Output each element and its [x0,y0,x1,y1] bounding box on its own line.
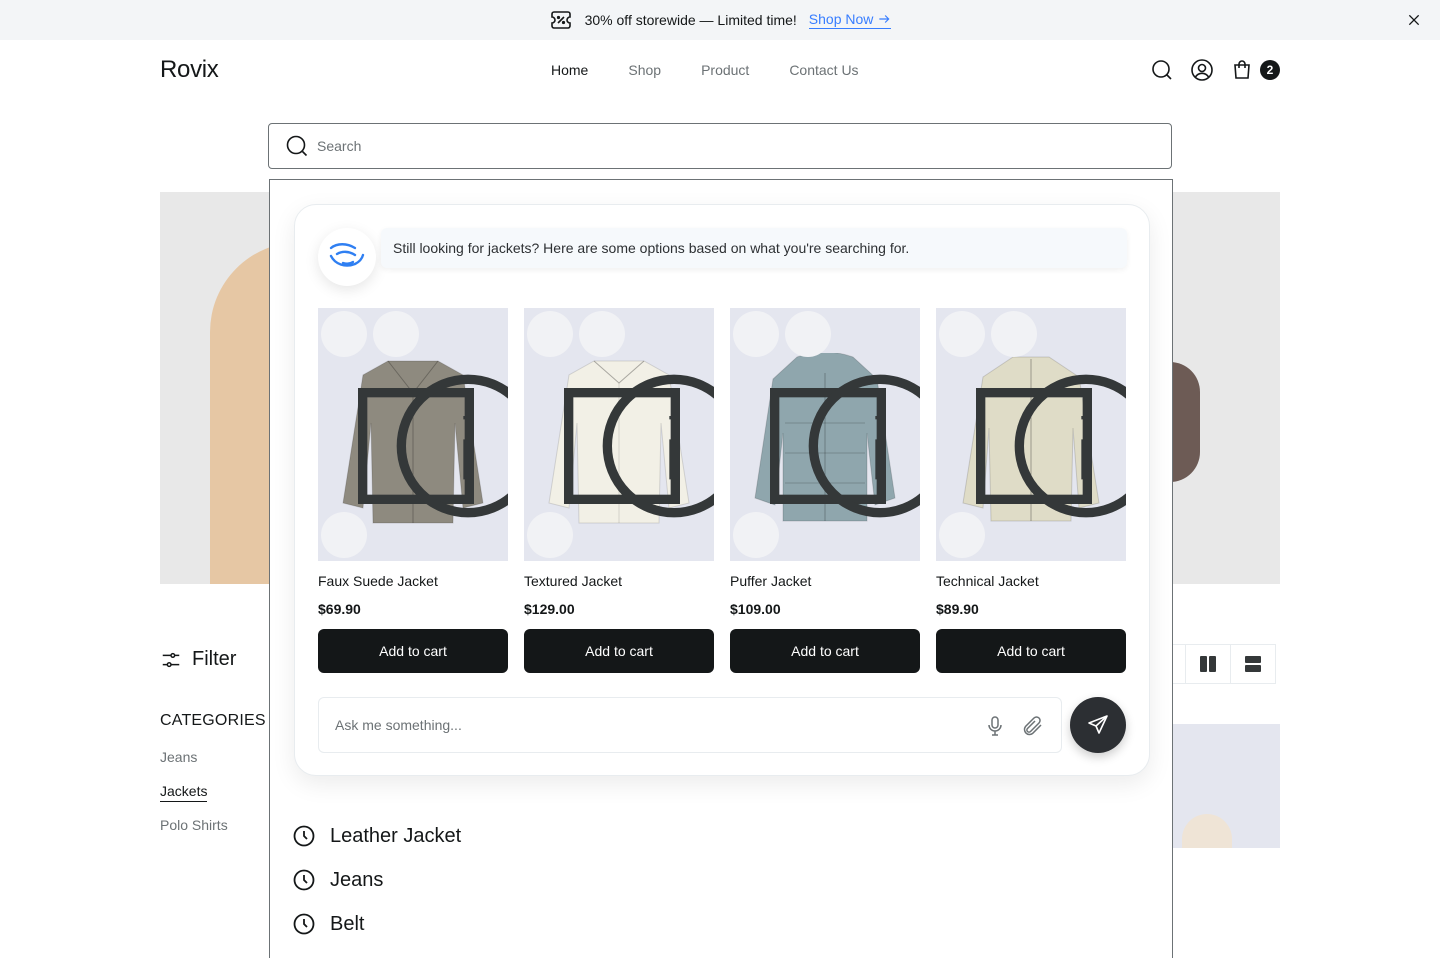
clock-icon [293,913,315,935]
header-icons: 2 [1150,58,1280,82]
nav-shop[interactable]: Shop [628,62,661,78]
info-icon [808,374,920,518]
add-to-cart-button[interactable]: Add to cart [318,629,508,673]
refresh-button[interactable] [321,512,367,558]
list-view-button[interactable] [1230,645,1275,683]
main-nav: Home Shop Product Contact Us [551,40,859,100]
close-icon[interactable] [1406,12,1422,28]
info-button[interactable] [785,311,920,518]
paperclip-icon[interactable] [1021,714,1045,738]
filter-label: Filter [192,648,237,670]
clock-icon [293,825,315,847]
product-name[interactable]: Puffer Jacket [730,573,920,593]
select-checkbox[interactable] [939,311,1092,504]
add-to-cart-button[interactable]: Add to cart [936,629,1126,673]
site-header: Rovix Home Shop Product Contact Us 2 [160,40,1280,100]
nav-product[interactable]: Product [701,62,749,78]
bird-logo-icon [329,243,365,267]
product-card: Textured Jacket $129.00 Add to cart [524,308,714,673]
info-button[interactable] [373,311,508,518]
clock-icon [293,869,315,891]
product-name[interactable]: Textured Jacket [524,573,714,593]
product-price: $69.90 [318,601,361,617]
info-button[interactable] [991,311,1126,518]
refresh-button[interactable] [939,512,985,558]
product-name[interactable]: Technical Jacket [936,573,1126,593]
refresh-icon [954,557,1114,561]
search-bar [268,123,1172,169]
refresh-icon [748,557,908,561]
assistant-input[interactable] [335,717,975,733]
info-icon [1014,374,1126,518]
refresh-button[interactable] [733,512,779,558]
recent-search-item[interactable]: Leather Jacket [292,824,461,848]
shopping-bag-icon [1234,60,1250,79]
category-polo-shirts[interactable]: Polo Shirts [160,817,228,833]
send-button[interactable] [1070,697,1126,753]
search-icon[interactable] [1150,58,1174,82]
cart-button[interactable]: 2 [1230,58,1280,82]
assistant-message: Still looking for jackets? Here are some… [381,228,1127,268]
promo-bar: 30% off storewide — Limited time! Shop N… [0,0,1440,40]
product-image[interactable] [730,308,920,561]
logo[interactable]: Rovix [160,56,219,84]
product-image[interactable] [318,308,508,561]
ticket-percent-icon [550,11,571,29]
assistant-panel: Still looking for jackets? Here are some… [294,204,1150,776]
category-jackets[interactable]: Jackets [160,783,208,802]
select-checkbox[interactable] [527,311,680,504]
info-button[interactable] [579,311,714,518]
cart-count-badge: 2 [1260,60,1280,80]
info-icon [396,374,508,518]
grid-view-2-button[interactable] [1185,645,1230,683]
product-card: Technical Jacket $89.90 Add to cart [936,308,1126,673]
send-icon [1088,715,1108,734]
recent-search-label: Leather Jacket [330,824,462,847]
refresh-icon [542,557,702,561]
search-input[interactable] [317,138,1117,154]
refresh-button[interactable] [527,512,573,558]
product-card: Puffer Jacket $109.00 Add to cart [730,308,920,673]
product-thumbnail[interactable] [1172,724,1280,848]
search-icon [286,135,308,157]
recent-search-label: Jeans [330,868,384,891]
search-dropdown: Still looking for jackets? Here are some… [269,179,1173,958]
recent-search-item[interactable]: Jeans [292,868,383,892]
two-row-icon [1245,656,1261,672]
select-checkbox[interactable] [321,311,474,504]
user-icon[interactable] [1190,58,1214,82]
assistant-avatar [318,228,376,286]
two-column-icon [1200,656,1216,672]
add-to-cart-button[interactable]: Add to cart [524,629,714,673]
recent-search-item[interactable]: Belt [292,912,364,936]
nav-home[interactable]: Home [551,62,588,78]
refresh-icon [336,557,496,561]
shop-now-label: Shop Now [808,11,874,27]
recent-search-label: Belt [330,912,365,935]
assistant-input-box [318,697,1062,753]
microphone-icon[interactable] [983,714,1007,738]
nav-contact-us[interactable]: Contact Us [789,62,858,78]
promo-text: 30% off storewide — Limited time! [584,12,797,28]
select-checkbox[interactable] [733,311,886,504]
arrow-right-icon [879,15,890,23]
add-to-cart-button[interactable]: Add to cart [730,629,920,673]
category-jeans[interactable]: Jeans [160,749,197,765]
product-image[interactable] [936,308,1126,561]
product-price: $109.00 [730,601,781,617]
product-card: Faux Suede Jacket $69.90 Add to cart [318,308,508,673]
product-name[interactable]: Faux Suede Jacket [318,573,508,593]
info-icon [602,374,714,518]
sliders-icon [162,652,180,667]
product-price: $89.90 [936,601,979,617]
shop-now-link[interactable]: Shop Now [808,11,892,29]
filter-toggle[interactable]: Filter [160,648,236,671]
categories-heading: CATEGORIES [160,712,266,729]
product-price: $129.00 [524,601,575,617]
product-image[interactable] [524,308,714,561]
